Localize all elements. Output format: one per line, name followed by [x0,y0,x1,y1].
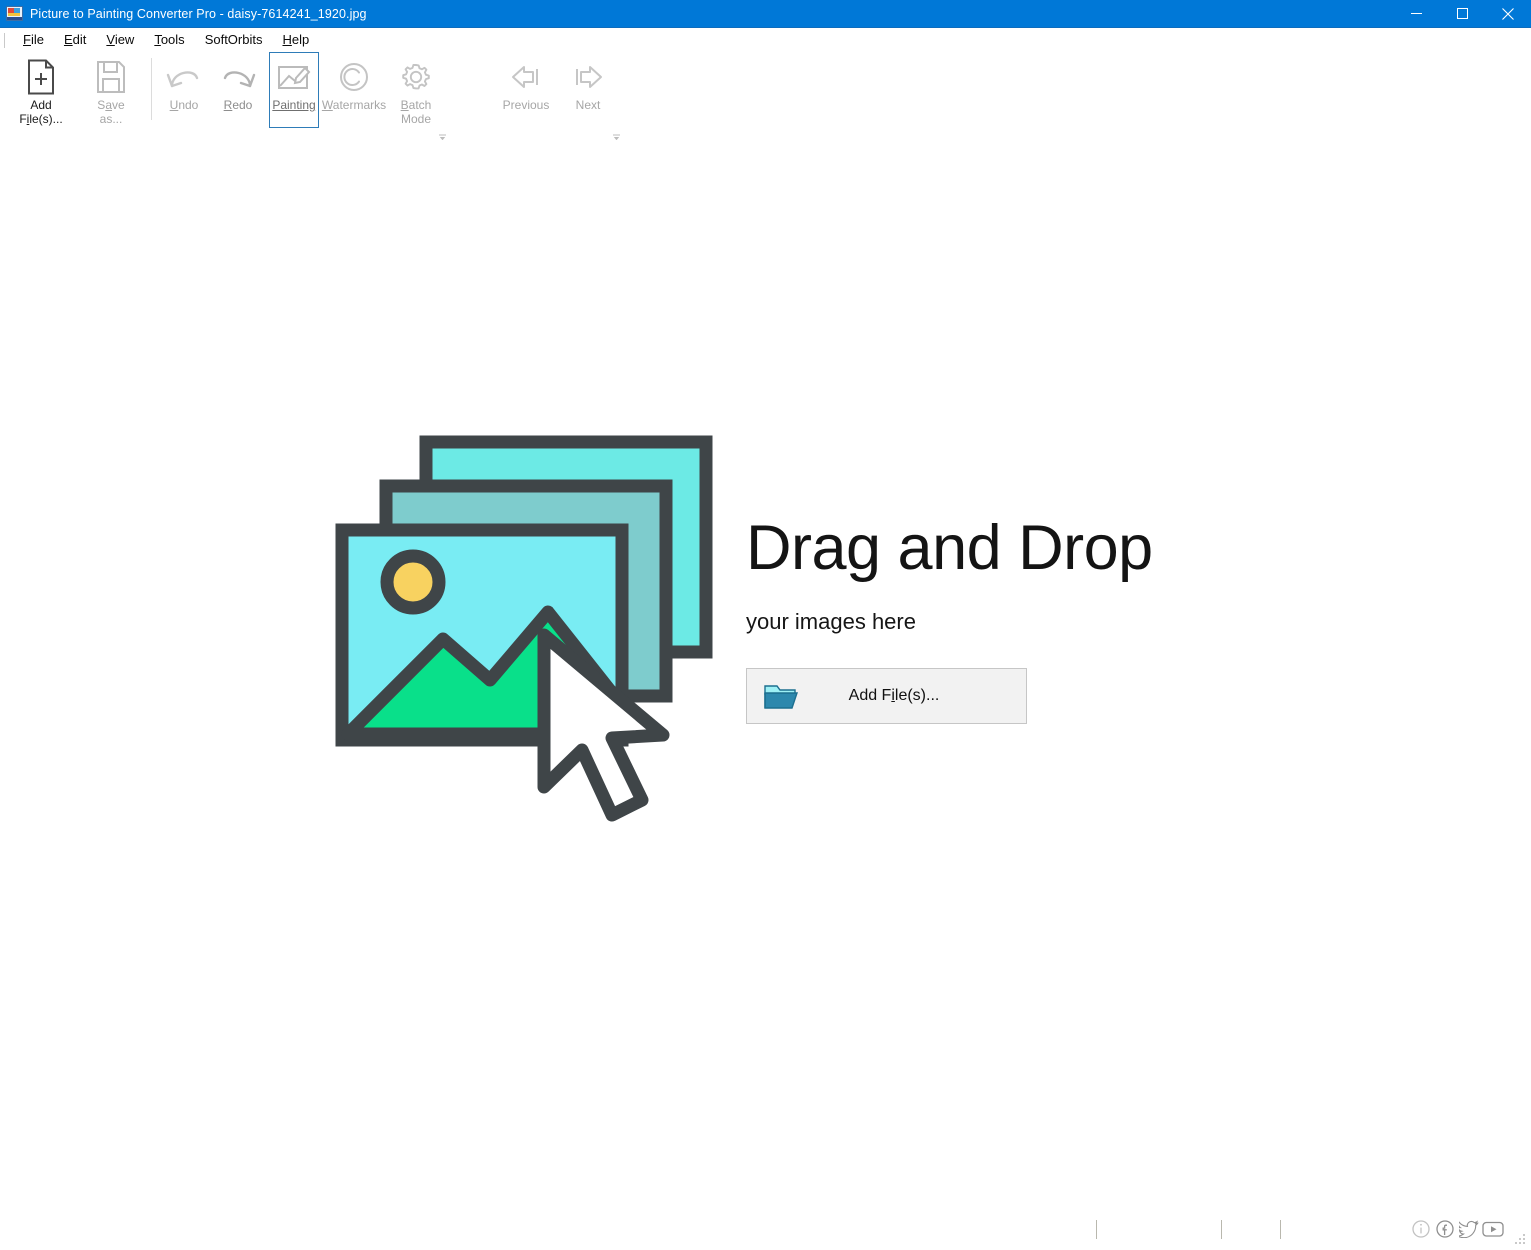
status-social-icons [1410,1218,1504,1240]
add-files-main-button[interactable]: Add File(s)... [746,668,1027,724]
save-as-label: Saveas... [97,99,124,126]
youtube-icon[interactable] [1482,1218,1504,1240]
drop-zone-title: Drag and Drop [746,517,1153,580]
toolbar: AddFile(s)... Saveas... [0,52,1531,140]
menu-item-file[interactable]: File [13,30,54,50]
redo-label: Redo [224,99,253,113]
menu-item-view[interactable]: View [96,30,144,50]
status-separator [1221,1220,1222,1239]
redo-arrow-icon [220,58,256,96]
watermarks-button[interactable]: Watermarks [319,52,389,113]
open-folder-icon [764,682,798,710]
add-files-button[interactable]: AddFile(s)... [6,52,76,126]
app-icon [6,6,23,21]
next-button[interactable]: Next [561,52,615,113]
menu-item-tools[interactable]: Tools [144,30,194,50]
menu-item-edit[interactable]: Edit [54,30,96,50]
add-files-label: AddFile(s)... [19,99,62,126]
save-icon [95,58,127,96]
next-label: Next [576,99,601,113]
main-canvas[interactable]: Drag and Drop your images here Add File(… [0,140,1531,1211]
add-file-icon [25,58,57,96]
application-window: Picture to Painting Converter Pro - dais… [0,0,1531,1247]
undo-button[interactable]: Undo [157,52,211,113]
arrow-left-icon [508,58,544,96]
close-button[interactable] [1485,0,1531,27]
window-controls [1393,0,1531,27]
undo-label: Undo [170,99,199,113]
resize-grip-icon[interactable] [1515,1232,1526,1243]
effects-overflow-chevron-down-icon[interactable] [438,129,447,138]
menu-item-softorbits[interactable]: SoftOrbits [195,30,273,50]
drop-zone-subtitle: your images here [746,609,1153,635]
stacked-photos-with-cursor-illustration [330,430,730,830]
save-as-button[interactable]: Saveas... [76,52,146,126]
batch-mode-label: BatchMode [401,99,432,126]
facebook-icon[interactable] [1434,1218,1456,1240]
painting-brush-icon [276,58,312,96]
copyright-icon [338,58,370,96]
painting-label: Painting [272,99,315,113]
add-files-main-label: Add File(s)... [798,687,1026,705]
status-separator [1096,1220,1097,1239]
menu-item-help[interactable]: Help [272,30,319,50]
status-bar [0,1211,1531,1247]
status-separator [1280,1220,1281,1239]
previous-button[interactable]: Previous [491,52,561,113]
drop-zone[interactable]: Drag and Drop your images here Add File(… [330,430,1160,830]
menu-bar: File Edit View Tools SoftOrbits Help [0,28,1531,52]
arrow-right-icon [570,58,606,96]
toolbar-group-navigation: Previous Next [491,52,615,140]
twitter-icon[interactable] [1458,1218,1480,1240]
info-icon[interactable] [1410,1218,1432,1240]
drop-zone-text: Drag and Drop your images here Add File(… [746,517,1153,744]
navigation-overflow-chevron-down-icon[interactable] [612,129,621,138]
undo-arrow-icon [166,58,202,96]
painting-button[interactable]: Painting [269,52,319,128]
minimize-button[interactable] [1393,0,1439,27]
toolbar-group-effects: Painting Watermarks Batc [269,52,443,140]
toolbar-group-file: AddFile(s)... Saveas... [6,52,146,140]
maximize-button[interactable] [1439,0,1485,27]
title-bar: Picture to Painting Converter Pro - dais… [0,0,1531,28]
menu-drag-grip[interactable] [4,33,5,48]
toolbar-separator [151,58,152,120]
previous-label: Previous [503,99,550,113]
gear-icon [400,58,432,96]
batch-mode-button[interactable]: BatchMode [389,52,443,126]
window-title: Picture to Painting Converter Pro - dais… [30,7,367,21]
redo-button[interactable]: Redo [211,52,265,113]
watermarks-label: Watermarks [322,99,386,113]
toolbar-group-history: Undo Redo [157,52,265,140]
